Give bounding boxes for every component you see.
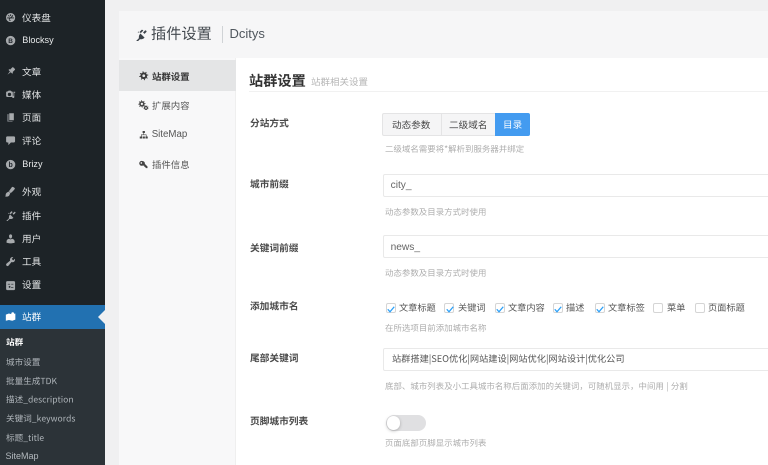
svg-text:B: B bbox=[8, 38, 13, 45]
svg-text:b: b bbox=[8, 162, 12, 169]
